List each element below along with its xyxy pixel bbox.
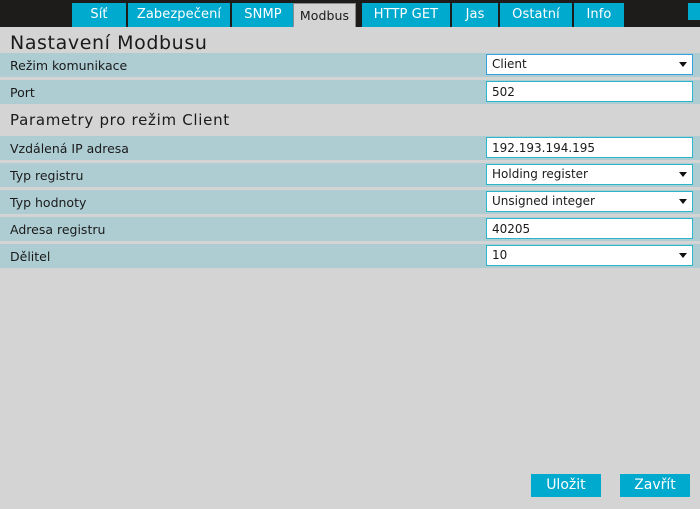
row-adresa-registru: Adresa registru <box>0 217 700 241</box>
section-heading-label: Parametry pro režim Client <box>10 111 230 129</box>
label-adresa-registru: Adresa registru <box>10 221 106 237</box>
select-typ-registru[interactable]: Holding register <box>486 164 693 185</box>
row-rezim-komunikace: Režim komunikace Client <box>0 53 700 77</box>
row-port: Port <box>0 80 700 104</box>
tab-ostatni[interactable]: Ostatní <box>500 3 572 27</box>
tab-snmp[interactable]: SNMP <box>232 3 294 27</box>
label-port: Port <box>10 84 35 100</box>
field-wrap-delitel: 10 <box>486 245 693 266</box>
select-delitel[interactable]: 10 <box>486 245 693 266</box>
row-typ-registru: Typ registru Holding register <box>0 163 700 187</box>
row-vzdalena-ip-adresa: Vzdálená IP adresa <box>0 136 700 160</box>
input-vzdalena-ip-adresa[interactable] <box>486 137 693 158</box>
label-rezim-komunikace: Režim komunikace <box>10 57 128 73</box>
tab-modbus[interactable]: Modbus <box>293 3 356 27</box>
select-typ-hodnoty[interactable]: Unsigned integer <box>486 191 693 212</box>
tab-info[interactable]: Info <box>574 3 624 27</box>
field-wrap-typ-hodnoty: Unsigned integer <box>486 191 693 212</box>
close-button[interactable]: Zavřít <box>620 474 690 497</box>
tab-sit[interactable]: Síť <box>72 3 126 27</box>
tab-bar: Síť Zabezpečení SNMP Modbus HTTP GET Jas… <box>0 0 700 27</box>
save-button[interactable]: Uložit <box>530 474 601 497</box>
page-title: Nastavení Modbusu <box>0 27 700 54</box>
section-heading-client-params: Parametry pro režim Client <box>0 107 700 133</box>
modbus-settings-form: Režim komunikace Client Port Parametry p… <box>0 53 700 268</box>
tab-jas[interactable]: Jas <box>452 3 498 27</box>
field-wrap-typ-registru: Holding register <box>486 164 693 185</box>
input-adresa-registru[interactable] <box>486 218 693 239</box>
label-vzdalena-ip-adresa: Vzdálená IP adresa <box>10 140 129 156</box>
label-typ-registru: Typ registru <box>10 167 84 183</box>
label-delitel: Dělitel <box>10 248 51 264</box>
field-wrap-rezim-komunikace: Client <box>486 54 693 75</box>
footer-actions: Uložit Zavřít <box>0 474 700 497</box>
tab-http-get[interactable]: HTTP GET <box>362 3 450 27</box>
tab-zabezpeceni[interactable]: Zabezpečení <box>128 3 230 27</box>
row-delitel: Dělitel 10 <box>0 244 700 268</box>
select-rezim-komunikace[interactable]: Client <box>486 54 693 75</box>
input-port[interactable] <box>486 81 693 102</box>
tab-overflow-indicator[interactable] <box>688 3 700 20</box>
label-typ-hodnoty: Typ hodnoty <box>10 194 87 210</box>
row-typ-hodnoty: Typ hodnoty Unsigned integer <box>0 190 700 214</box>
